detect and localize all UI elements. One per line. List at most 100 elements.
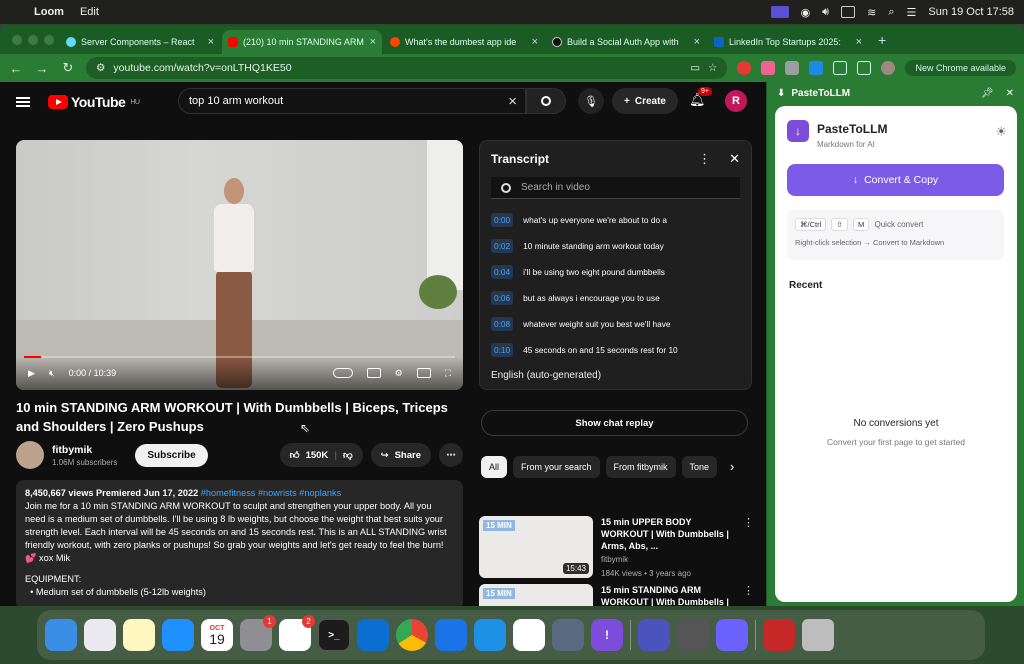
hashtags[interactable]: #homefitness #nowrists #noplanks bbox=[201, 488, 341, 498]
subscribe-button[interactable]: Subscribe bbox=[135, 443, 208, 467]
launchpad-icon[interactable] bbox=[84, 619, 116, 651]
cast-icon[interactable]: ▭ bbox=[690, 62, 700, 74]
vscode-icon[interactable] bbox=[357, 619, 389, 651]
bookmark-star-icon[interactable]: ☆ bbox=[708, 62, 717, 74]
more-vertical-icon[interactable]: ⋮ bbox=[698, 151, 711, 167]
captions-icon[interactable] bbox=[366, 368, 381, 378]
feedback-icon[interactable]: ! bbox=[591, 619, 623, 651]
segment-timestamp[interactable]: 0:10 bbox=[491, 343, 514, 357]
close-icon[interactable]: ✕ bbox=[1006, 88, 1014, 99]
channel-avatar[interactable] bbox=[16, 441, 44, 469]
teams-icon[interactable] bbox=[638, 619, 670, 651]
transcript-segment[interactable]: 0:06 but as always i encourage you to use bbox=[480, 285, 751, 311]
close-icon[interactable]: × bbox=[208, 36, 214, 48]
slack-icon[interactable] bbox=[513, 619, 545, 651]
share-button[interactable]: ↪ Share bbox=[370, 443, 431, 467]
extension-icon[interactable] bbox=[761, 61, 776, 75]
battery-icon[interactable] bbox=[841, 6, 856, 18]
transcript-segment[interactable]: 0:08 whatever weight suit you best we'll … bbox=[480, 311, 751, 337]
play-icon[interactable]: ▶ bbox=[28, 368, 35, 379]
reload-icon[interactable]: ↻ bbox=[60, 60, 76, 76]
related-video-item[interactable]: 15 MIN 15 min STANDING ARM WORKOUT | Wit… bbox=[479, 584, 754, 606]
theme-toggle-icon[interactable]: ☀ bbox=[995, 124, 1007, 140]
segment-timestamp[interactable]: 0:06 bbox=[491, 291, 514, 305]
transcript-segment[interactable]: 0:10 45 seconds on and 15 seconds rest fo… bbox=[480, 337, 751, 363]
video-thumbnail[interactable]: 15 MIN 15:43 bbox=[479, 516, 593, 578]
channel-name[interactable]: fitbymik bbox=[52, 444, 117, 456]
tab-linkedin[interactable]: LinkedIn Top Startups 2025: × bbox=[708, 30, 868, 54]
calculator-icon[interactable] bbox=[677, 619, 709, 651]
tab-social-auth[interactable]: Build a Social Auth App with × bbox=[546, 30, 706, 54]
minimize-window-button[interactable] bbox=[28, 35, 38, 45]
back-icon[interactable]: ← bbox=[8, 61, 24, 76]
search-button[interactable] bbox=[526, 88, 566, 114]
transcript-segment[interactable]: 0:04 i'll be using two eight pound dumbbe… bbox=[480, 259, 751, 285]
chip-from-your-search[interactable]: From your search bbox=[513, 456, 600, 478]
focus-icon[interactable]: ◉ bbox=[801, 6, 811, 19]
reminders-icon[interactable]: 2 bbox=[279, 615, 315, 651]
mute-icon[interactable]: 🔇︎ bbox=[49, 368, 55, 379]
profile-icon[interactable] bbox=[881, 61, 896, 75]
close-window-button[interactable] bbox=[12, 35, 22, 45]
tab-reddit[interactable]: What's the dumbest app ide × bbox=[384, 30, 544, 54]
tab-youtube[interactable]: (210) 10 min STANDING ARM × bbox=[222, 30, 382, 54]
convert-copy-button[interactable]: ↓ Convert & Copy bbox=[787, 164, 1004, 196]
safari-icon[interactable] bbox=[162, 619, 194, 651]
close-icon[interactable]: × bbox=[532, 36, 538, 48]
search-icon[interactable]: ⌕ bbox=[888, 6, 894, 19]
loom-icon[interactable] bbox=[770, 6, 789, 18]
video-description[interactable]: 8,450,667 views Premiered Jun 17, 2022 #… bbox=[16, 480, 463, 606]
settings-gear-icon[interactable]: ⚙ bbox=[395, 368, 403, 379]
address-bar[interactable]: ⚙ youtube.com/watch?v=onLTHQ1KE50 ▭ ☆ bbox=[86, 57, 728, 79]
close-icon[interactable]: × bbox=[370, 36, 376, 48]
pin-icon[interactable]: 📌︎ bbox=[981, 88, 994, 99]
search-input[interactable]: top 10 arm workout × bbox=[178, 88, 526, 114]
control-center-icon[interactable]: ☰ bbox=[907, 6, 917, 19]
segment-timestamp[interactable]: 0:02 bbox=[491, 239, 514, 253]
transcript-language-select[interactable]: English (auto-generated) bbox=[491, 370, 601, 381]
menubar-clock[interactable]: Sun 19 Oct 17:58 bbox=[928, 6, 1014, 18]
create-button[interactable]: + Create bbox=[612, 88, 678, 114]
show-chat-replay-button[interactable]: Show chat replay bbox=[481, 410, 748, 436]
close-icon[interactable]: × bbox=[856, 36, 862, 48]
voice-search-button[interactable]: 🎙︎ bbox=[578, 88, 604, 114]
extension-icon[interactable] bbox=[785, 61, 800, 75]
related-video-title[interactable]: 15 min STANDING ARM WORKOUT | With Dumbb… bbox=[601, 584, 735, 606]
system-settings-icon[interactable]: 1 bbox=[240, 615, 276, 651]
autoplay-toggle[interactable] bbox=[332, 368, 353, 378]
wifi-icon[interactable]: ≋ bbox=[867, 6, 876, 19]
side-panel-icon[interactable] bbox=[857, 61, 872, 75]
terminal-icon[interactable]: >_ bbox=[318, 619, 350, 651]
related-video-title[interactable]: 15 min UPPER BODY WORKOUT | With Dumbbel… bbox=[601, 516, 735, 552]
chip-all[interactable]: All bbox=[481, 456, 508, 478]
finder-icon[interactable] bbox=[45, 619, 77, 651]
chip-from-channel[interactable]: From fitbymik bbox=[605, 456, 676, 478]
tab-react[interactable]: Server Components – React × bbox=[60, 30, 220, 54]
menubar-app-name[interactable]: Loom bbox=[34, 6, 64, 18]
menubar-item-edit[interactable]: Edit bbox=[80, 6, 99, 18]
segment-timestamp[interactable]: 0:08 bbox=[491, 317, 514, 331]
calendar-icon[interactable]: OCT 19 bbox=[201, 619, 233, 651]
volume-icon[interactable]: 🔊︎ bbox=[822, 6, 829, 19]
extension-icon[interactable] bbox=[809, 61, 824, 75]
transcript-search-input[interactable]: Search in video bbox=[491, 177, 740, 199]
youtube-logo[interactable]: YouTube HU bbox=[48, 94, 140, 110]
account-avatar[interactable]: R bbox=[725, 90, 747, 112]
chip-tone[interactable]: Tone bbox=[681, 456, 718, 478]
zoom-window-button[interactable] bbox=[44, 35, 54, 45]
like-button[interactable]: 👍︎ 150K | 👎︎ bbox=[279, 443, 363, 467]
extension-icon[interactable] bbox=[737, 61, 752, 75]
segment-timestamp[interactable]: 0:04 bbox=[491, 265, 514, 279]
trash-icon[interactable] bbox=[802, 619, 834, 651]
segment-timestamp[interactable]: 0:00 bbox=[491, 213, 514, 227]
forward-icon[interactable]: → bbox=[34, 61, 50, 76]
iphone-mirroring-icon[interactable] bbox=[552, 619, 584, 651]
more-actions-button[interactable]: ⋯ bbox=[439, 443, 463, 467]
downloads-stack-icon[interactable] bbox=[763, 619, 795, 651]
more-vertical-icon[interactable]: ⋮ bbox=[743, 516, 754, 578]
related-video-item[interactable]: 15 MIN 15:43 15 min UPPER BODY WORKOUT |… bbox=[479, 516, 754, 578]
more-vertical-icon[interactable]: ⋮ bbox=[743, 584, 754, 606]
transcript-segment[interactable]: 0:00 what's up everyone we're about to do… bbox=[480, 207, 751, 233]
files-icon[interactable] bbox=[435, 619, 467, 651]
hamburger-menu-icon[interactable] bbox=[16, 97, 30, 107]
